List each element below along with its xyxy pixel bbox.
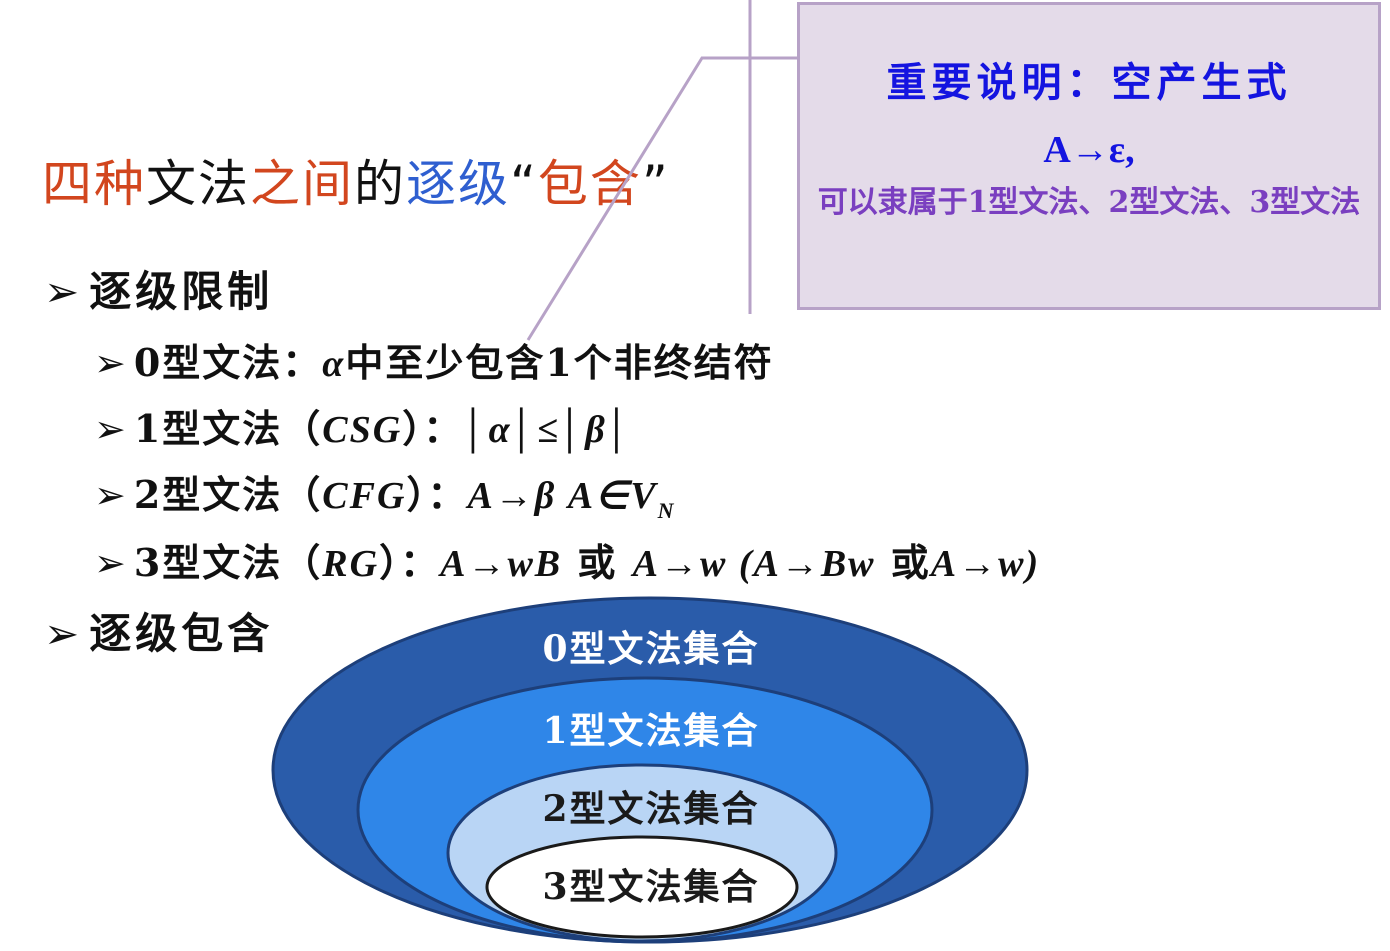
callout-note: 可以隶属于1型文法、2型文法、3型文法 xyxy=(817,185,1361,220)
type3-rule-c: A→Bw xyxy=(753,543,876,585)
type3-abbr: RG xyxy=(322,543,380,585)
set2-label: 2型文法集合 xyxy=(542,788,760,830)
slide-title: 四种文法之间的逐级“包含” xyxy=(42,148,670,220)
type3-rule-b: A→w xyxy=(632,543,728,585)
bullet-arrow-icon: ➢ xyxy=(94,341,128,385)
type3-rule-a: A→wB xyxy=(440,543,563,585)
type2-abbr: CFG xyxy=(322,475,407,517)
title-segment: 之间 xyxy=(250,155,354,213)
type2-math: A→β A∈V xyxy=(467,475,658,517)
type1-math: │α│≤│β│ xyxy=(463,409,633,451)
callout-formula: A→ε, xyxy=(1043,129,1135,171)
set1-label: 1型文法集合 xyxy=(542,710,760,752)
type0-label: 0型文法： xyxy=(133,340,323,385)
title-segment: “ xyxy=(510,155,538,213)
type1-abbr: CSG xyxy=(322,409,403,451)
type3-label: 3型文法（ xyxy=(133,540,323,585)
title-segment: 文法 xyxy=(146,155,250,213)
set0-label: 0型文法集合 xyxy=(542,628,760,670)
callout-box: 重要说明：空产生式 A→ε, 可以隶属于1型文法、2型文法、3型文法 xyxy=(797,2,1381,310)
type1-label: 1型文法（ xyxy=(133,406,323,451)
callout-heading: 重要说明：空产生式 xyxy=(886,60,1292,106)
bullet-type2-grammar: ➢ 2型文法（CFG）：A→β A∈VN xyxy=(94,468,675,538)
bullet-level-inclusion: ➢ 逐级包含 xyxy=(44,606,273,662)
bullet-type1-grammar: ➢ 1型文法（CSG）：│α│≤│β│ xyxy=(94,402,632,457)
bullet-arrow-icon: ➢ xyxy=(94,541,128,585)
bullet-text: 逐级限制 xyxy=(89,267,274,316)
title-segment: ” xyxy=(641,155,670,213)
type0-math: α xyxy=(322,343,346,385)
bullet-arrow-icon: ➢ xyxy=(44,609,84,658)
bullet-text: 逐级包含 xyxy=(89,609,274,658)
type3-or: 或 xyxy=(562,540,633,585)
type2-label: 2型文法（ xyxy=(133,472,323,517)
bullet-arrow-icon: ➢ xyxy=(94,473,128,517)
type3-paren-close: ) xyxy=(1025,543,1041,585)
grammar-inclusion-diagram: 0型文法集合 1型文法集合 2型文法集合 3型文法集合 xyxy=(270,595,1032,945)
type0-rest: 中至少包含1个非终结符 xyxy=(345,340,774,385)
type3-rule-d: A→w xyxy=(930,543,1026,585)
title-segment: 逐级 xyxy=(406,155,510,213)
type3-or: 或 xyxy=(875,540,931,585)
title-segment: 的 xyxy=(354,155,406,213)
type3-close: ）： xyxy=(379,540,441,585)
title-segment: 四种 xyxy=(42,155,146,213)
type2-close: ）： xyxy=(406,472,468,517)
bullet-type3-grammar: ➢ 3型文法（RG）：A→wB 或 A→w (A→Bw 或A→w) xyxy=(94,536,1040,591)
type3-paren-open: ( xyxy=(727,543,754,585)
bullet-arrow-icon: ➢ xyxy=(44,267,84,316)
bullet-arrow-icon: ➢ xyxy=(94,407,128,451)
bullet-type0-grammar: ➢ 0型文法：α中至少包含1个非终结符 xyxy=(94,336,774,391)
title-segment: 包含 xyxy=(537,155,642,213)
set3-label: 3型文法集合 xyxy=(542,866,760,908)
type2-math-subscript: N xyxy=(657,498,676,523)
type1-close: ）： xyxy=(402,406,464,451)
bullet-level-restriction: ➢ 逐级限制 xyxy=(44,264,273,320)
